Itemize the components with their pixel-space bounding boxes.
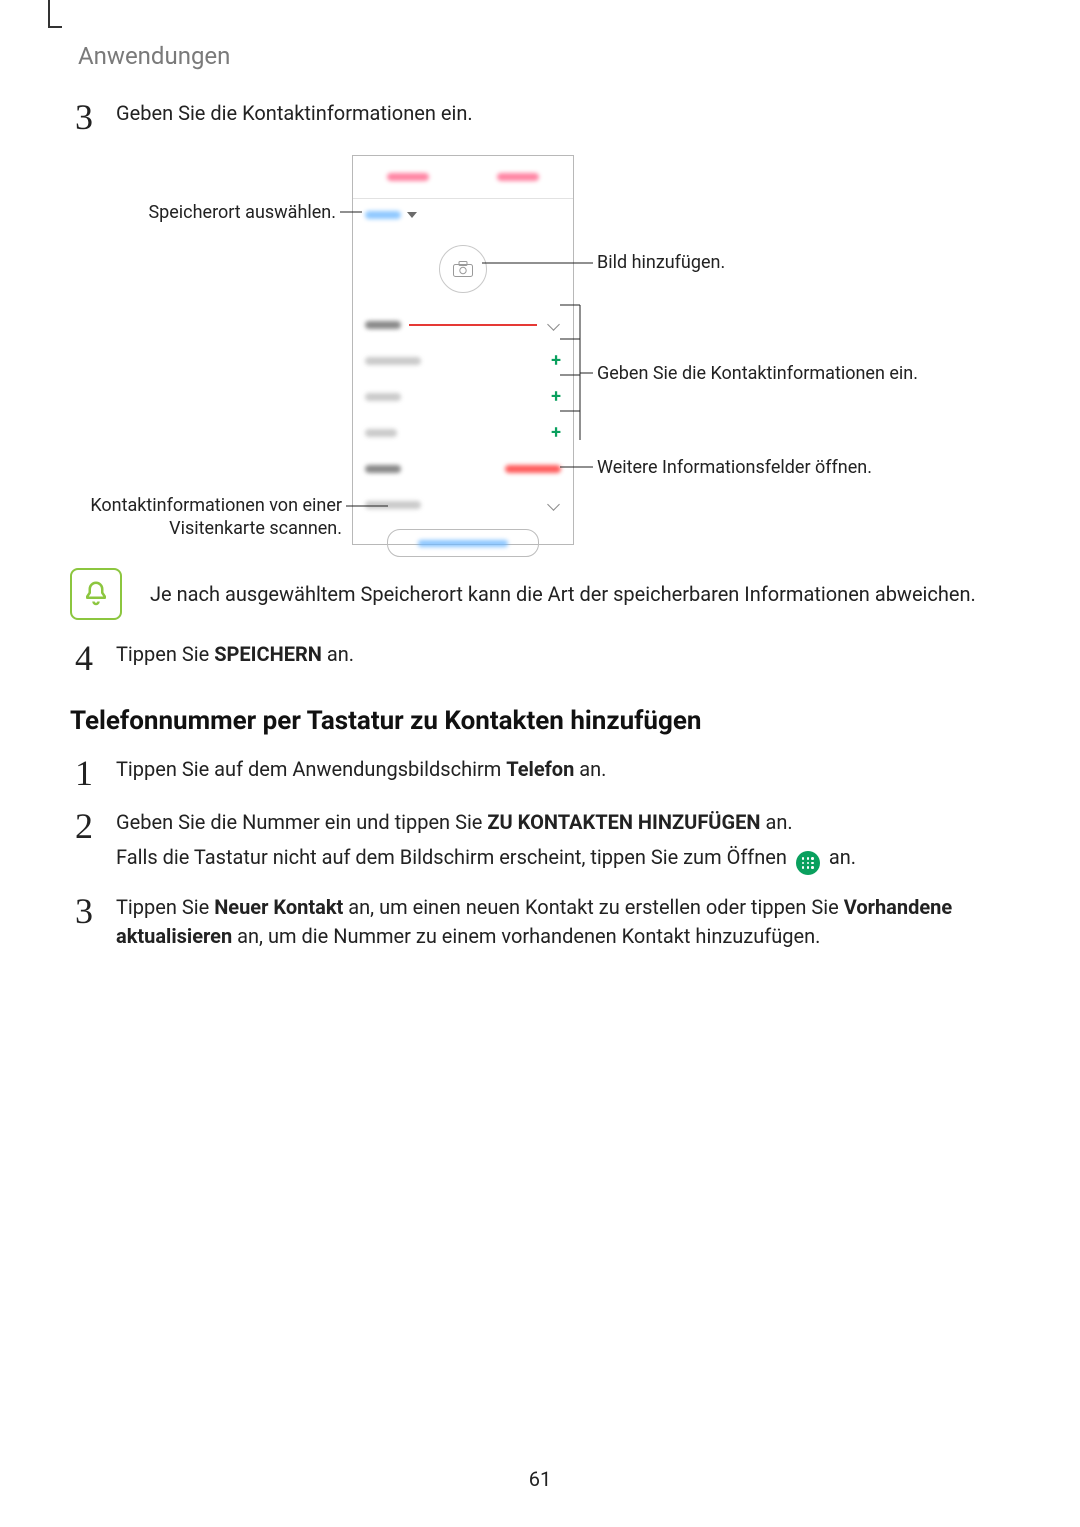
s2-step-2-line2post: an.: [829, 845, 856, 869]
s2-step-2-number: 2: [70, 808, 98, 844]
org-label-blur: [365, 357, 421, 365]
name-label-blur: [365, 321, 401, 329]
s2-step-3-bold2a: Vorhandene: [844, 895, 952, 919]
callout-add-image: Bild hinzufügen.: [597, 252, 725, 275]
s2-step-2-pre: Geben Sie die Nummer ein und tippen Sie: [116, 810, 487, 834]
more-label-blur: [365, 501, 421, 509]
s2-step-2-bold: ZU KONTAKTEN HINZUFÜGEN: [487, 810, 760, 834]
s2-step-3-bold1: Neuer Kontakt: [214, 895, 343, 919]
step-4-text: Tippen Sie SPEICHERN an.: [116, 640, 354, 669]
section-2-title: Telefonnummer per Tastatur zu Kontakten …: [70, 706, 701, 736]
s2-step-1: 1 Tippen Sie auf dem Anwendungsbildschir…: [70, 755, 606, 791]
step-4: 4 Tippen Sie SPEICHERN an.: [70, 640, 354, 676]
s2-step-1-pre: Tippen Sie auf dem Anwendungsbildschirm: [116, 757, 506, 781]
chevron-down-icon: [547, 498, 561, 512]
step-4-pre: Tippen Sie: [116, 642, 214, 666]
avatar-zone: [353, 231, 573, 307]
organisation-field: +: [353, 343, 573, 379]
step-4-bold: SPEICHERN: [214, 642, 322, 666]
s2-step-3-text: Tippen Sie Neuer Kontakt an, um einen ne…: [116, 893, 1010, 951]
add-image-button: [439, 245, 487, 293]
s2-step-3-pre: Tippen Sie: [116, 895, 214, 919]
camera-icon: [453, 261, 473, 277]
more-row: [353, 487, 573, 523]
s2-step-2-line2pre: Falls die Tastatur nicht auf dem Bildsch…: [116, 845, 792, 869]
cancel-blur: [387, 173, 429, 181]
phone-header: [353, 156, 573, 198]
s2-step-1-bold: Telefon: [506, 757, 574, 781]
contact-edit-diagram: + + + Speicherort auswählen.: [0, 155, 1080, 555]
step-4-number: 4: [70, 640, 98, 676]
callout-scan-card-line2: Visitenkarte scannen.: [169, 518, 342, 539]
s2-step-2-post: an.: [760, 810, 792, 834]
callout-enter-info: Geben Sie die Kontaktinformationen ein.: [597, 363, 957, 386]
crop-mark: [48, 0, 62, 28]
s2-step-1-number: 1: [70, 755, 98, 791]
storage-selector: [353, 198, 573, 231]
info-note-text: Je nach ausgewähltem Speicherort kann di…: [150, 580, 976, 608]
callout-scan-card-line1: Kontaktinformationen von einer: [90, 495, 342, 516]
plus-icon: +: [551, 424, 561, 442]
step-4-post: an.: [322, 642, 354, 666]
s2-step-1-text: Tippen Sie auf dem Anwendungsbildschirm …: [116, 755, 606, 784]
groups-field: [353, 451, 573, 487]
save-blur: [497, 173, 539, 181]
note-bell-icon: [70, 568, 122, 620]
not-assigned-blur: [505, 465, 561, 473]
scan-card-button: [387, 529, 539, 557]
name-underline: [409, 324, 537, 326]
phone-label-blur: [365, 393, 401, 401]
callout-storage: Speicherort auswählen.: [80, 202, 336, 225]
s2-step-3-bold2b: aktualisieren: [116, 924, 232, 948]
step-3: 3 Geben Sie die Kontaktinformationen ein…: [70, 99, 473, 135]
s2-step-3-mid: an, um einen neuen Kontakt zu erstellen …: [343, 895, 843, 919]
s2-step-2: 2 Geben Sie die Nummer ein und tippen Si…: [70, 808, 1010, 875]
page-number: 61: [0, 1467, 1080, 1491]
groups-label-blur: [365, 465, 401, 473]
phone-mockup: + + +: [352, 155, 574, 545]
step-3-number: 3: [70, 99, 98, 135]
scan-card-label-blur: [418, 540, 508, 547]
running-header: Anwendungen: [78, 42, 230, 70]
plus-icon: +: [551, 352, 561, 370]
keypad-icon: [796, 851, 820, 875]
chevron-down-icon: [547, 318, 561, 332]
email-field: +: [353, 415, 573, 451]
s2-step-1-post: an.: [574, 757, 606, 781]
plus-icon: +: [551, 388, 561, 406]
email-label-blur: [365, 429, 397, 437]
s2-step-2-text: Geben Sie die Nummer ein und tippen Sie …: [116, 808, 856, 875]
callout-scan-card: Kontaktinformationen von einer Visitenka…: [24, 495, 342, 540]
s2-step-3: 3 Tippen Sie Neuer Kontakt an, um einen …: [70, 893, 1010, 951]
step-3-text: Geben Sie die Kontaktinformationen ein.: [116, 99, 473, 128]
callout-more-fields: Weitere Informationsfelder öffnen.: [597, 457, 872, 480]
name-field: [353, 307, 573, 343]
storage-label-blur: [365, 211, 401, 219]
info-note: Je nach ausgewähltem Speicherort kann di…: [70, 568, 1010, 620]
s2-step-3-number: 3: [70, 893, 98, 929]
chevron-down-icon: [407, 212, 417, 218]
phone-field: +: [353, 379, 573, 415]
s2-step-3-post: an, um die Nummer zu einem vorhandenen K…: [232, 924, 820, 948]
